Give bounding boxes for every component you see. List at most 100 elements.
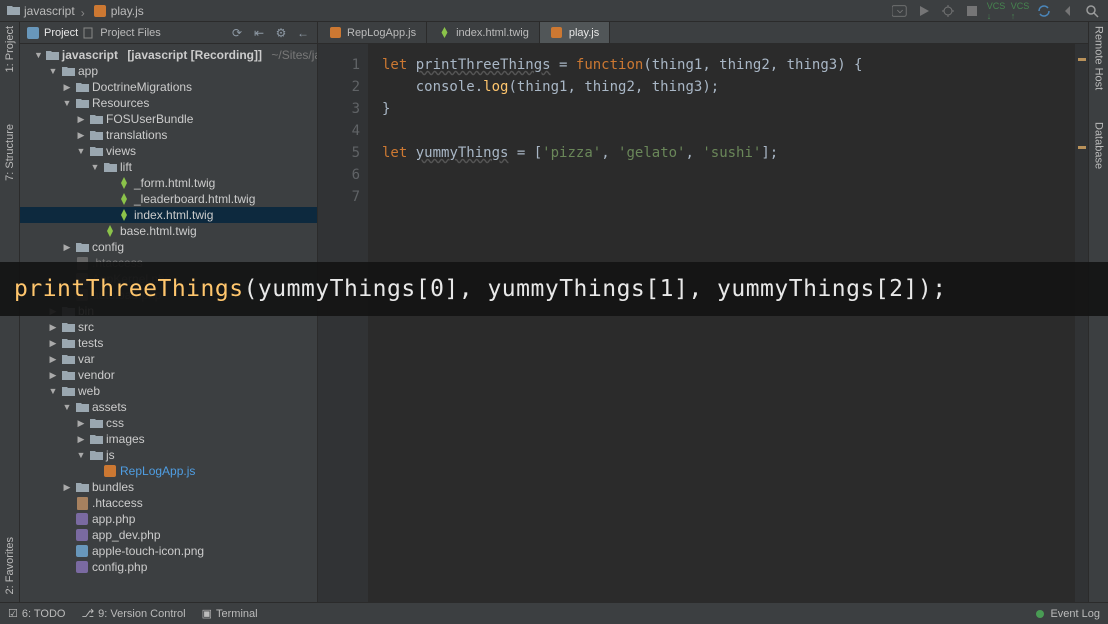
version-control-button[interactable]: ⎇ 9: Version Control [81, 607, 185, 620]
folder-icon [61, 368, 75, 382]
line-number: 1 [318, 54, 360, 76]
rail-remote-button[interactable]: Remote Host [1093, 26, 1105, 90]
twig-file-icon [117, 192, 131, 206]
back-icon[interactable] [1060, 3, 1076, 19]
warning-marker[interactable] [1078, 58, 1086, 61]
tab-label: play.js [569, 27, 599, 39]
folder-icon [89, 144, 103, 158]
tree-row[interactable]: ▼js [20, 447, 317, 463]
tree-row[interactable]: ▶config.php [20, 559, 317, 575]
twig-file-icon [437, 26, 451, 40]
hide-icon[interactable]: ← [295, 25, 311, 41]
status-dot-icon [1036, 610, 1044, 618]
tree-row[interactable]: ▶translations [20, 127, 317, 143]
editor-tab[interactable]: RepLogApp.js [318, 22, 427, 43]
folder-icon [75, 240, 89, 254]
twig-file-icon [103, 224, 117, 238]
js-file-icon [103, 464, 117, 478]
twig-file-icon [117, 176, 131, 190]
tab-label: Project Files [100, 27, 161, 39]
line-number: 4 [318, 120, 360, 142]
settings-icon[interactable]: ⚙ [273, 25, 289, 41]
editor-tab[interactable]: index.html.twig [427, 22, 540, 43]
tree-row[interactable]: ▶base.html.twig [20, 223, 317, 239]
sync-icon[interactable] [1036, 3, 1052, 19]
editor-marker-strip[interactable] [1075, 44, 1088, 602]
line-gutter: 1 2 3 4 5 6 7 [318, 44, 368, 602]
code-area[interactable]: let printThreeThings = function(thing1, … [368, 44, 1088, 602]
tree-row[interactable]: ▶.htaccess [20, 495, 317, 511]
refresh-icon[interactable]: ⟳ [229, 25, 245, 41]
folder-icon [6, 4, 20, 18]
tree-row[interactable]: ▶var [20, 351, 317, 367]
collapse-icon[interactable]: ⇤ [251, 25, 267, 41]
rail-database-button[interactable]: Database [1093, 122, 1105, 169]
folder-icon [89, 448, 103, 462]
tree-row[interactable]: ▶config [20, 239, 317, 255]
tree-row-selected[interactable]: ▶index.html.twig [20, 207, 317, 223]
stop-icon[interactable] [964, 3, 980, 19]
rail-project-button[interactable]: 1: Project [4, 26, 16, 72]
tree-row[interactable]: ▼views [20, 143, 317, 159]
folder-icon [103, 160, 117, 174]
search-icon[interactable] [1084, 3, 1100, 19]
project-tab[interactable]: Project [26, 26, 78, 40]
line-number: 3 [318, 98, 360, 120]
tree-row[interactable]: ▼app [20, 63, 317, 79]
folder-icon [61, 320, 75, 334]
tree-row[interactable]: ▶css [20, 415, 317, 431]
debug-icon[interactable] [940, 3, 956, 19]
editor-tabs: RepLogApp.js index.html.twig play.js [318, 22, 1088, 44]
project-files-tab[interactable]: Project Files [82, 26, 161, 40]
tree-row-root[interactable]: ▼javascript [javascript [Recording]] ~/S… [20, 47, 317, 63]
tree-row[interactable]: ▶DoctrineMigrations [20, 79, 317, 95]
editor-body[interactable]: 1 2 3 4 5 6 7 let printThreeThings = fun… [318, 44, 1088, 602]
tree-row[interactable]: ▶_form.html.twig [20, 175, 317, 191]
php-file-icon [75, 512, 89, 526]
folder-icon [75, 480, 89, 494]
folder-icon [89, 128, 103, 142]
editor-tab-active[interactable]: play.js [540, 22, 610, 43]
folder-icon [61, 64, 75, 78]
folder-icon [75, 96, 89, 110]
terminal-button[interactable]: ▣ Terminal [202, 607, 258, 620]
breadcrumb-root[interactable]: javascript [6, 4, 75, 18]
vcs-update-icon[interactable]: VCS↓ [988, 3, 1004, 19]
js-file-icon [93, 4, 107, 18]
tree-row[interactable]: ▶FOSUserBundle [20, 111, 317, 127]
tree-row[interactable]: ▶images [20, 431, 317, 447]
tree-row[interactable]: ▶tests [20, 335, 317, 351]
tree-row[interactable]: ▶_leaderboard.html.twig [20, 191, 317, 207]
rail-favorites-button[interactable]: 2: Favorites [4, 537, 16, 594]
rail-structure-button[interactable]: 7: Structure [4, 124, 16, 181]
folder-icon [61, 384, 75, 398]
bottom-bar: ☑ 6: TODO ⎇ 9: Version Control ▣ Termina… [0, 602, 1108, 624]
tab-label: index.html.twig [456, 27, 529, 39]
todo-icon: ☑ [8, 607, 18, 620]
tree-row[interactable]: ▶app_dev.php [20, 527, 317, 543]
tree-row[interactable]: ▼assets [20, 399, 317, 415]
tree-row[interactable]: ▶RepLogApp.js [20, 463, 317, 479]
folder-icon [75, 80, 89, 94]
tree-row[interactable]: ▼Resources [20, 95, 317, 111]
chevron-right-icon: › [81, 6, 87, 16]
tree-row[interactable]: ▶bundles [20, 479, 317, 495]
tree-row[interactable]: ▶src [20, 319, 317, 335]
vcs-commit-icon[interactable]: VCS↑ [1012, 3, 1028, 19]
tree-row[interactable]: ▶vendor [20, 367, 317, 383]
warning-marker[interactable] [1078, 146, 1086, 149]
tree-row[interactable]: ▼lift [20, 159, 317, 175]
todo-button[interactable]: ☑ 6: TODO [8, 607, 65, 620]
files-icon [82, 26, 96, 40]
tree-row[interactable]: ▶app.php [20, 511, 317, 527]
tree-row[interactable]: ▼web [20, 383, 317, 399]
project-tree[interactable]: ▼javascript [javascript [Recording]] ~/S… [20, 44, 317, 602]
event-log-button[interactable]: Event Log [1050, 608, 1100, 620]
tree-row[interactable]: ▶apple-touch-icon.png [20, 543, 317, 559]
run-icon[interactable] [916, 3, 932, 19]
folder-icon [89, 112, 103, 126]
caption-rest: (yummyThings[0], yummyThings[1], yummyTh… [244, 276, 947, 302]
run-config-dropdown[interactable] [892, 3, 908, 19]
breadcrumb-file[interactable]: play.js [93, 4, 144, 18]
breadcrumb-bar: javascript › play.js VCS↓ VCS↑ [0, 0, 1108, 22]
